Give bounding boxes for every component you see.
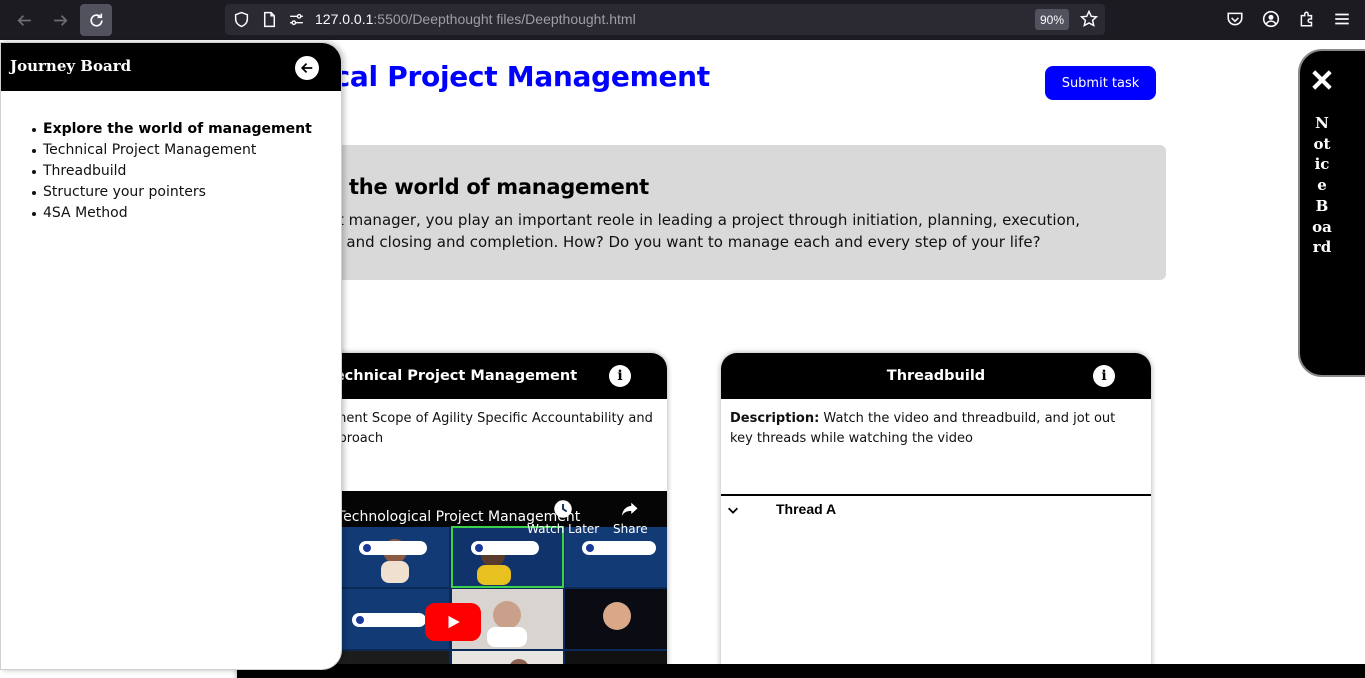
card-title: Technical Project Management bbox=[326, 368, 578, 384]
page-icon bbox=[263, 11, 276, 28]
description-label: Description: bbox=[730, 411, 820, 426]
journey-board-header: Journey Board bbox=[1, 43, 341, 91]
share-button[interactable]: Share bbox=[613, 499, 648, 536]
bookmark-star-icon[interactable] bbox=[1080, 10, 1098, 28]
reload-button[interactable] bbox=[80, 4, 112, 36]
info-icon[interactable]: i bbox=[1093, 365, 1115, 387]
forward-button[interactable] bbox=[44, 4, 76, 36]
divider bbox=[721, 494, 1151, 496]
permissions-icon[interactable] bbox=[288, 11, 305, 28]
journey-board-title: Journey Board bbox=[10, 57, 132, 75]
arrow-left-icon bbox=[16, 14, 31, 26]
watch-later-label: Watch Later bbox=[527, 522, 600, 536]
submit-task-button[interactable]: Submit task bbox=[1045, 66, 1156, 100]
journey-list: Explore the world of management Technica… bbox=[32, 119, 312, 224]
close-icon[interactable] bbox=[1311, 69, 1333, 91]
arrow-left-icon bbox=[300, 63, 313, 73]
back-button[interactable] bbox=[8, 4, 40, 36]
collapse-journey-button[interactable] bbox=[295, 56, 319, 80]
menu-icon[interactable] bbox=[1333, 10, 1351, 28]
share-icon bbox=[622, 502, 638, 516]
journey-item[interactable]: Structure your pointers bbox=[32, 182, 312, 203]
intro-text: As a project manager, you play an import… bbox=[255, 211, 1081, 251]
zoom-level-badge[interactable]: 90% bbox=[1035, 9, 1069, 30]
account-icon[interactable] bbox=[1262, 10, 1280, 28]
journey-item[interactable]: 4SA Method bbox=[32, 203, 312, 224]
info-icon[interactable]: i bbox=[609, 365, 631, 387]
intro-card: Explore the world of management As a pro… bbox=[235, 145, 1166, 280]
watch-later-button[interactable]: Watch Later bbox=[527, 499, 599, 536]
card-title: Threadbuild bbox=[886, 368, 986, 384]
notice-board-panel: Notice Board bbox=[1298, 49, 1365, 377]
play-icon bbox=[448, 615, 460, 629]
shield-icon[interactable] bbox=[233, 11, 250, 28]
journey-item[interactable]: Technical Project Management bbox=[32, 140, 312, 161]
thread-toggle[interactable]: Thread A bbox=[721, 499, 1151, 523]
address-bar[interactable]: 127.0.0.1:5500/Deepthought files/Deeptho… bbox=[225, 4, 1105, 35]
browser-toolbar: 127.0.0.1:5500/Deepthought files/Deeptho… bbox=[0, 0, 1365, 40]
arrow-right-icon bbox=[53, 14, 68, 26]
journey-item[interactable]: Threadbuild bbox=[32, 161, 312, 182]
pocket-icon[interactable] bbox=[1226, 10, 1244, 28]
card-header: Threadbuild i bbox=[721, 353, 1151, 399]
card-description: Description: Watch the video and threadb… bbox=[730, 409, 1140, 449]
youtube-play-button[interactable] bbox=[425, 603, 481, 641]
url-text[interactable]: 127.0.0.1:5500/Deepthought files/Deeptho… bbox=[315, 11, 636, 27]
journey-board-panel: Journey Board Explore the world of manag… bbox=[0, 42, 342, 670]
threadbuild-card: Threadbuild i Description: Watch the vid… bbox=[721, 353, 1151, 678]
journey-item[interactable]: Explore the world of management bbox=[32, 119, 312, 140]
extensions-icon[interactable] bbox=[1298, 10, 1316, 28]
share-label: Share bbox=[613, 522, 648, 536]
clock-icon bbox=[554, 500, 572, 518]
page-footer-strip bbox=[237, 664, 1365, 678]
reload-icon bbox=[89, 13, 103, 27]
thread-label: Thread A bbox=[776, 501, 837, 517]
notice-board-label: Notice Board bbox=[1312, 114, 1332, 257]
chevron-down-icon[interactable] bbox=[726, 503, 740, 517]
